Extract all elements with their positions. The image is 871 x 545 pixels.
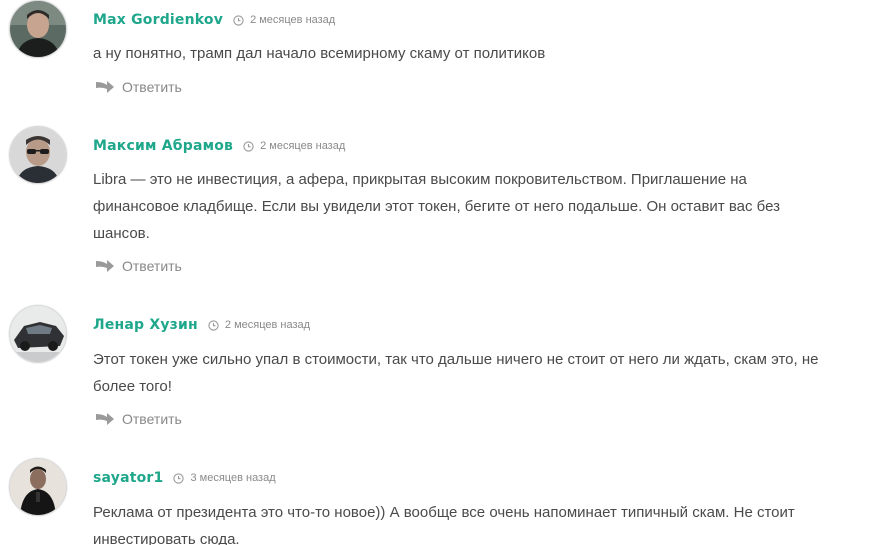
comment: Max Gordienkov 2 месяцев назад а ну поня… bbox=[0, 0, 871, 110]
reply-arrow-icon bbox=[95, 80, 115, 94]
comment-author[interactable]: Максим Абрамов bbox=[93, 138, 233, 154]
reply-arrow-icon bbox=[95, 259, 115, 273]
comment-author[interactable]: sayator1 bbox=[93, 470, 163, 486]
comment-meta: Максим Абрамов 2 месяцев назад bbox=[93, 136, 345, 156]
comments-list: Max Gordienkov 2 месяцев назад а ну поня… bbox=[0, 0, 871, 545]
user-avatar[interactable] bbox=[9, 0, 67, 58]
clock-icon bbox=[243, 140, 254, 152]
comment: Максим Абрамов 2 месяцев назад Libra — э… bbox=[0, 126, 871, 286]
comment-time-text: 2 месяцев назад bbox=[224, 319, 311, 331]
reply-arrow-icon bbox=[95, 412, 115, 426]
user-avatar[interactable] bbox=[9, 126, 67, 184]
comment-meta: Max Gordienkov 2 месяцев назад bbox=[93, 10, 335, 30]
avatar-photo-1 bbox=[10, 1, 66, 57]
user-avatar[interactable] bbox=[9, 458, 67, 516]
avatar-photo-2 bbox=[10, 127, 66, 183]
comment-text: Этот токен уже сильно упал в стоимости, … bbox=[93, 351, 819, 395]
comment-time-text: 2 месяцев назад bbox=[260, 140, 346, 152]
comment-meta: sayator1 3 месяцев назад bbox=[93, 468, 276, 488]
comment-time: 2 месяцев назад bbox=[243, 140, 345, 152]
clock-icon bbox=[233, 14, 244, 26]
comment: sayator1 3 месяцев назад Реклама от през… bbox=[0, 458, 871, 545]
user-avatar[interactable] bbox=[9, 305, 67, 363]
comment-author[interactable]: Max Gordienkov bbox=[93, 12, 223, 28]
avatar-photo-3 bbox=[10, 306, 66, 362]
reply-button[interactable]: Ответить bbox=[95, 258, 182, 274]
comment: Ленар Хузин 2 месяцев назад Этот токен у… bbox=[0, 305, 871, 440]
reply-button[interactable]: Ответить bbox=[95, 79, 182, 95]
comment-meta: Ленар Хузин 2 месяцев назад bbox=[93, 315, 310, 335]
comment-time: 3 месяцев назад bbox=[173, 472, 276, 484]
comment-time-text: 3 месяцев назад bbox=[190, 472, 276, 484]
reply-button[interactable]: Ответить bbox=[95, 411, 182, 427]
comment-author[interactable]: Ленар Хузин bbox=[93, 317, 198, 333]
comment-time-text: 2 месяцев назад bbox=[250, 14, 336, 26]
comment-text: Libra — это не инвестиция, а афера, прик… bbox=[93, 171, 780, 242]
reply-label: Ответить bbox=[122, 258, 182, 274]
comment-time: 2 месяцев назад bbox=[208, 319, 310, 331]
reply-label: Ответить bbox=[122, 79, 182, 95]
clock-icon bbox=[173, 472, 185, 484]
comment-text: Реклама от президента это что-то новое))… bbox=[93, 504, 795, 545]
clock-icon bbox=[208, 319, 219, 331]
avatar-photo-4 bbox=[10, 459, 66, 515]
comment-time: 2 месяцев назад bbox=[233, 14, 335, 26]
comment-text: а ну понятно, трамп дал начало всемирном… bbox=[93, 45, 546, 62]
reply-label: Ответить bbox=[122, 411, 182, 427]
